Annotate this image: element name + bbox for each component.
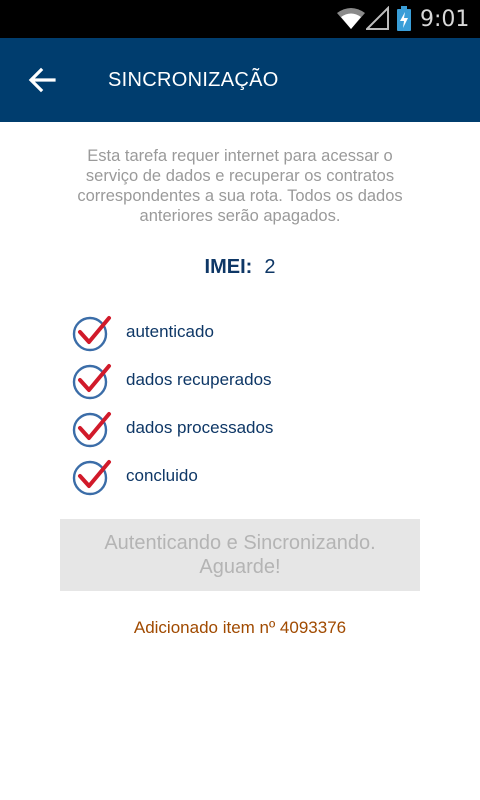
status-bar: 9:01 [0, 0, 480, 38]
signal-icon [364, 5, 390, 35]
progress-message: Adicionado item nº 4093376 [133, 618, 347, 637]
sync-steps-list: autenticado dados recuperados dados proc… [72, 312, 412, 504]
intro-text: Esta tarefa requer internet para acessar… [77, 147, 403, 225]
step-label: dados processados [126, 418, 274, 437]
step-label: concluido [126, 466, 198, 485]
step-completed: concluido [72, 456, 412, 504]
imei-value: 2 [264, 256, 276, 278]
status-clock: 9:01 [420, 7, 470, 32]
imei-label: IMEI: [204, 256, 253, 278]
step-label: autenticado [126, 322, 214, 341]
step-authenticated: autenticado [72, 312, 412, 360]
status-button-line1: Autenticando e Sincronizando. [104, 532, 376, 554]
check-circle-icon [72, 312, 112, 352]
arrow-left-icon [28, 67, 56, 93]
check-circle-icon [72, 360, 112, 400]
check-circle-icon [72, 408, 112, 448]
battery-charging-icon [396, 6, 412, 37]
status-button-line2: Aguarde! [199, 556, 281, 578]
back-button[interactable] [26, 62, 58, 98]
app-bar: SINCRONIZAÇÃO [0, 38, 480, 122]
imei-row: IMEI: 2 [0, 254, 480, 280]
wifi-icon [336, 6, 366, 35]
check-circle-icon [72, 456, 112, 496]
step-label: dados recuperados [126, 370, 272, 389]
sync-status-button[interactable]: Autenticando e Sincronizando. Aguarde! [60, 519, 420, 591]
step-data-processed: dados processados [72, 408, 412, 456]
step-data-retrieved: dados recuperados [72, 360, 412, 408]
page-title: SINCRONIZAÇÃO [108, 69, 279, 91]
